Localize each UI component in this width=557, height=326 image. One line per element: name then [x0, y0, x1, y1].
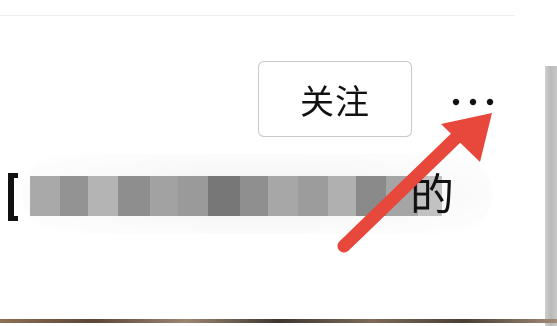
bottom-image-strip — [0, 319, 557, 323]
mosaic-block — [118, 176, 150, 216]
mosaic-block — [328, 176, 356, 216]
more-horizontal-icon[interactable] — [450, 96, 496, 108]
mosaic-block — [208, 176, 240, 216]
pixelated-text-mosaic — [30, 176, 442, 216]
top-divider — [0, 15, 515, 16]
mosaic-block — [356, 176, 386, 216]
mosaic-block — [298, 176, 328, 216]
mosaic-block — [88, 176, 118, 216]
headline-partial-glyph — [8, 173, 18, 221]
mosaic-block — [240, 176, 268, 216]
mosaic-block — [178, 176, 208, 216]
headline-trailing-char: 的 — [410, 170, 454, 221]
mosaic-block — [268, 176, 298, 216]
mosaic-block — [150, 176, 178, 216]
mosaic-block — [30, 176, 60, 216]
side-scrollbar[interactable] — [545, 66, 557, 326]
obscured-headline: 的 — [0, 154, 500, 234]
mosaic-block — [60, 176, 88, 216]
follow-button[interactable]: 关注 — [258, 61, 412, 137]
